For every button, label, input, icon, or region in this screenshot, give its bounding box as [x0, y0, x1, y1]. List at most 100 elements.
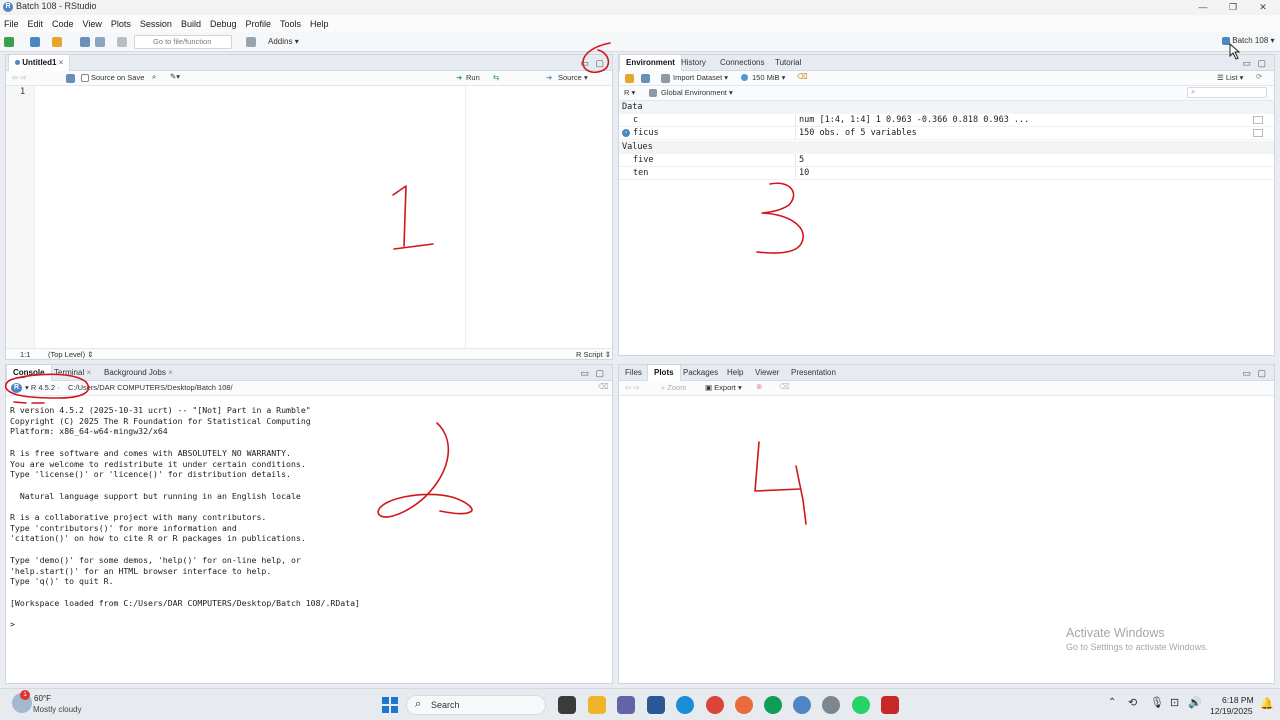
env-search-input[interactable]: ⌕ — [1187, 87, 1267, 98]
tab-viewer[interactable]: Viewer — [749, 365, 785, 381]
tab-tutorial[interactable]: Tutorial — [769, 55, 807, 71]
terminal-app-icon[interactable] — [558, 696, 576, 714]
save-workspace-icon[interactable] — [641, 74, 650, 83]
clear-plots-icon[interactable]: ⌫ — [779, 382, 790, 391]
filetype-selector[interactable]: R Script ⇕ — [576, 350, 611, 359]
store-icon[interactable] — [647, 696, 665, 714]
source-dropdown-icon[interactable]: ▾ — [584, 73, 588, 82]
chrome-profile-icon[interactable] — [764, 696, 782, 714]
tab-files[interactable]: Files — [619, 365, 648, 381]
rerun-icon[interactable]: ⇆ — [493, 73, 499, 82]
clock-date[interactable]: 12/19/2025 — [1210, 706, 1253, 716]
settings-icon[interactable] — [822, 696, 840, 714]
prev-next-plot-icon[interactable]: ⇦ ⇨ — [625, 383, 640, 392]
tab-connections[interactable]: Connections — [714, 55, 770, 71]
menu-debug[interactable]: Debug — [210, 19, 237, 29]
edge-icon[interactable] — [676, 696, 694, 714]
source-on-save-checkbox[interactable] — [81, 74, 89, 82]
menu-code[interactable]: Code — [52, 19, 74, 29]
tab-presentation[interactable]: Presentation — [785, 365, 842, 381]
restore-icon[interactable]: ❐ — [1218, 0, 1248, 15]
run-button[interactable]: Run — [466, 73, 480, 82]
search-icon[interactable]: ⌕ — [152, 72, 156, 82]
new-file-icon[interactable] — [4, 37, 14, 47]
sync-icon[interactable]: ⟲ — [1128, 696, 1137, 709]
tab-background-jobs[interactable]: Background Jobs × — [98, 365, 179, 381]
tab-environment[interactable]: Environment — [619, 55, 682, 71]
language-dropdown[interactable]: R ▾ — [624, 88, 635, 97]
mic-icon[interactable]: 🎙 — [1150, 696, 1164, 709]
tab-plots[interactable]: Plots — [647, 365, 681, 381]
whatsapp-icon[interactable] — [852, 696, 870, 714]
zoom-button[interactable]: ⌕ Zoom — [661, 383, 686, 393]
console-output[interactable]: R version 4.5.2 (2025-10-31 ucrt) -- "[N… — [10, 405, 360, 630]
view-grid-icon[interactable] — [1253, 116, 1263, 124]
save-editor-icon[interactable] — [66, 74, 75, 83]
env-row-c[interactable]: c num [1:4, 1:4] 1 0.963 -0.366 0.818 0.… — [619, 114, 1274, 127]
wand-icon[interactable]: ✎▾ — [170, 72, 180, 81]
load-workspace-icon[interactable] — [625, 74, 634, 83]
save-all-icon[interactable] — [95, 37, 105, 47]
minimize-icon[interactable]: — — [1188, 0, 1218, 15]
close-jobs-icon[interactable]: × — [168, 368, 173, 377]
env-row-five[interactable]: five 5 — [619, 154, 1274, 167]
expand-icon[interactable]: › — [622, 129, 630, 137]
view-grid-icon[interactable] — [1253, 129, 1263, 137]
env-row-ficus[interactable]: › ficus 150 obs. of 5 variables — [619, 127, 1274, 140]
working-directory[interactable]: C:/Users/DAR COMPUTERS/Desktop/Batch 108… — [68, 383, 233, 392]
menu-session[interactable]: Session — [140, 19, 172, 29]
rstudio-taskbar-icon[interactable] — [793, 696, 811, 714]
editor-minmax-icon[interactable]: ▭ ▢ — [580, 58, 606, 69]
menu-plots[interactable]: Plots — [111, 19, 131, 29]
print-icon[interactable] — [117, 37, 127, 47]
clock-time[interactable]: 6:18 PM — [1222, 695, 1254, 705]
close-tab-icon[interactable]: × — [59, 58, 64, 67]
network-icon[interactable]: ⊡ — [1170, 696, 1179, 709]
file-explorer-icon[interactable] — [588, 696, 606, 714]
broom-icon[interactable]: ⌫ — [797, 72, 808, 81]
goto-dir-icon[interactable]: ⇨ — [224, 382, 230, 391]
close-icon[interactable]: ✕ — [1248, 0, 1278, 15]
view-mode-dropdown[interactable]: ☰ List ▾ — [1217, 73, 1243, 82]
start-icon[interactable] — [382, 697, 398, 713]
tab-console[interactable]: Console — [6, 365, 52, 381]
refresh-icon[interactable]: ⟳ — [1256, 72, 1262, 81]
menu-edit[interactable]: Edit — [28, 19, 44, 29]
menu-build[interactable]: Build — [181, 19, 201, 29]
menu-tools[interactable]: Tools — [280, 19, 301, 29]
tab-terminal[interactable]: Terminal × — [48, 365, 97, 381]
import-dataset-button[interactable]: Import Dataset ▾ — [673, 73, 728, 82]
back-icon[interactable]: ⇦ ⇨ — [12, 73, 27, 82]
chrome-icon[interactable] — [706, 696, 724, 714]
tray-chevron-icon[interactable]: ⌃ — [1108, 697, 1116, 708]
menu-view[interactable]: View — [83, 19, 102, 29]
addins-menu[interactable]: Addins ▾ — [268, 37, 299, 46]
taskbar-search[interactable]: ⌕ Search — [406, 695, 546, 715]
notification-icon[interactable]: 🔔 — [1260, 697, 1274, 710]
console-minmax-icon[interactable]: ▭ ▢ — [580, 368, 606, 379]
scope-dropdown[interactable]: Global Environment ▾ — [661, 88, 733, 97]
close-terminal-icon[interactable]: × — [86, 368, 91, 377]
zoom-app-icon[interactable] — [881, 696, 899, 714]
menu-profile[interactable]: Profile — [246, 19, 272, 29]
copilot-icon[interactable] — [735, 696, 753, 714]
volume-icon[interactable]: 🔊 — [1188, 696, 1202, 709]
tab-help[interactable]: Help — [721, 365, 749, 381]
goto-file-input[interactable]: Go to file/function — [134, 35, 232, 49]
source-button[interactable]: Source — [558, 73, 582, 82]
tab-packages[interactable]: Packages — [677, 365, 724, 381]
teams-icon[interactable] — [617, 696, 635, 714]
layout-icon[interactable] — [246, 37, 256, 47]
scope-selector[interactable]: (Top Level) ⇕ — [48, 350, 93, 359]
export-button[interactable]: ▣ Export ▾ — [705, 383, 742, 392]
remove-plot-icon[interactable]: ⊗ — [756, 382, 762, 391]
memory-usage[interactable]: 150 MiB ▾ — [752, 73, 785, 82]
r-version-dropdown[interactable]: ▾ R 4.5.2 · — [25, 383, 60, 392]
code-editor[interactable] — [36, 86, 464, 348]
clear-console-icon[interactable]: ⌫ — [598, 382, 609, 391]
menu-file[interactable]: File — [4, 19, 19, 29]
env-row-ten[interactable]: ten 10 — [619, 167, 1274, 180]
menu-help[interactable]: Help — [310, 19, 329, 29]
new-project-icon[interactable] — [30, 37, 40, 47]
plots-minmax-icon[interactable]: ▭ ▢ — [1242, 368, 1268, 379]
